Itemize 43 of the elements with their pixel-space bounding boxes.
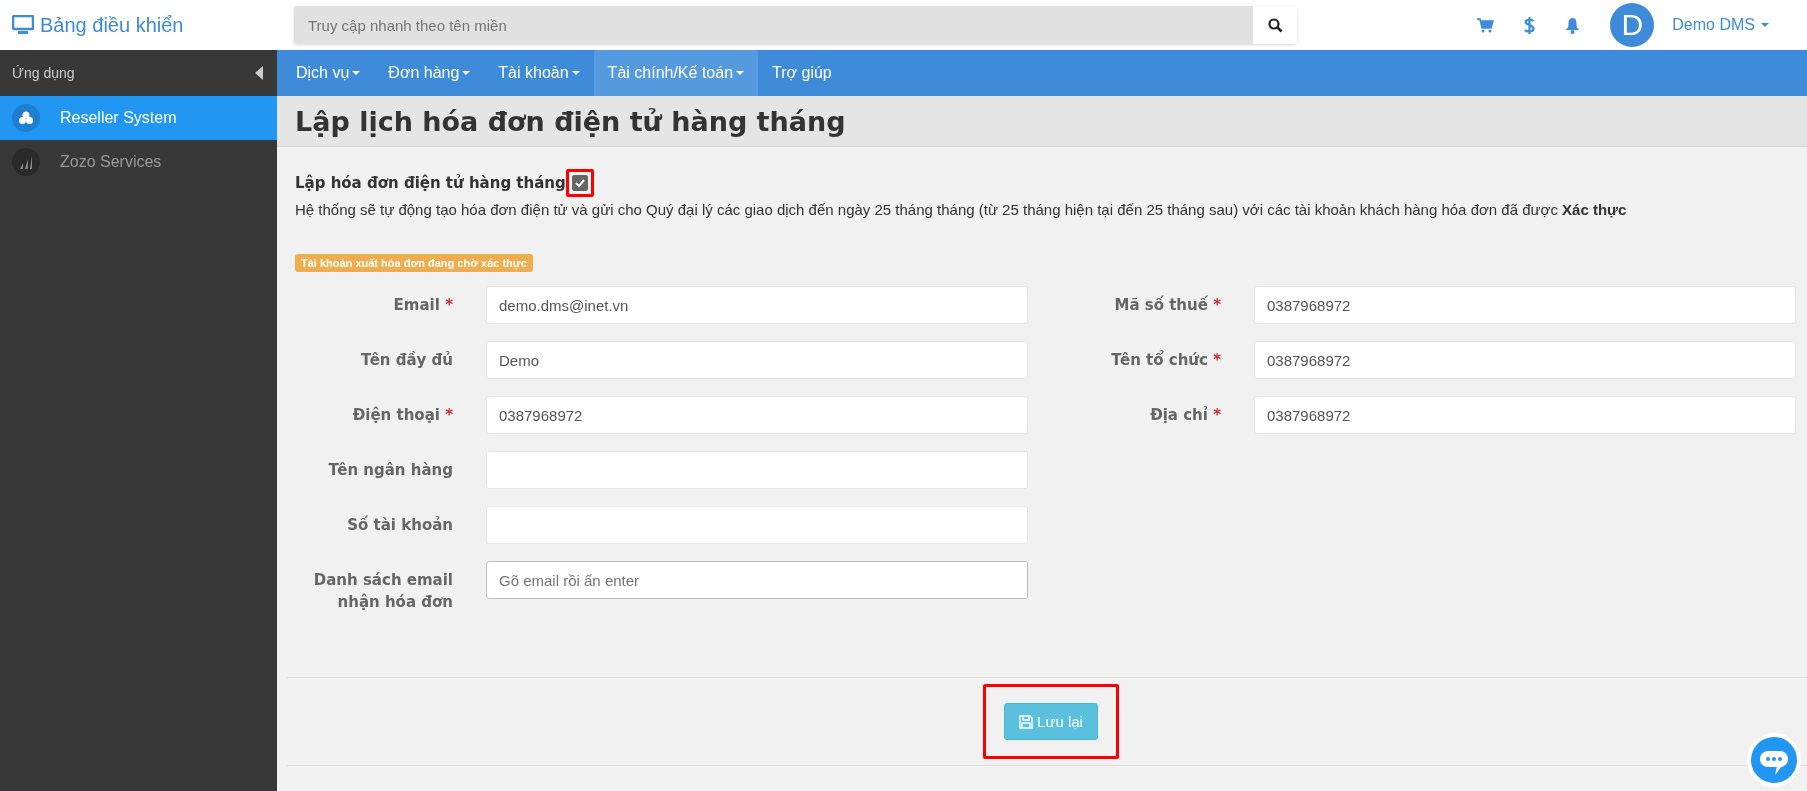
nav-tab[interactable]: Đơn hàng xyxy=(374,50,485,96)
field-label: Tên đầy đủ xyxy=(359,350,453,371)
field-label: Mã số thuế * xyxy=(1113,295,1221,316)
input-field[interactable]: Demo xyxy=(486,341,1028,379)
field-label: Danh sách email nhận hóa đơn xyxy=(312,570,453,613)
cart-icon[interactable] xyxy=(1477,17,1495,33)
sidebar-item[interactable]: Reseller System xyxy=(0,96,277,140)
input-field[interactable]: 0387968972 xyxy=(1254,341,1796,379)
page-title: Lập lịch hóa đơn điện tử hàng tháng xyxy=(277,96,1807,147)
checkbox[interactable] xyxy=(571,175,588,191)
search-icon xyxy=(1267,17,1283,33)
field-label: Tên ngân hàng xyxy=(327,460,453,481)
field-label: Số tài khoản xyxy=(346,515,453,536)
monitor-icon xyxy=(12,15,34,35)
user-menu[interactable]: Demo DMS xyxy=(1666,15,1775,35)
nav-tab[interactable]: Dịch vụ xyxy=(282,50,375,96)
input-field[interactable]: demo.dms@inet.vn xyxy=(486,286,1028,324)
sidebar-item[interactable]: Zozo Services xyxy=(0,140,277,184)
collapse-icon[interactable] xyxy=(255,66,263,80)
nav-tab[interactable]: Tài chính/Kế toán xyxy=(593,50,759,96)
search-button[interactable] xyxy=(1253,6,1297,44)
input-field[interactable]: 0387968972 xyxy=(1254,396,1796,434)
input-field[interactable]: Gõ email rồi ấn enter xyxy=(486,561,1028,599)
bell-icon[interactable] xyxy=(1565,16,1581,34)
sidebar-title: Ứng dụng xyxy=(12,65,75,81)
chat-icon[interactable] xyxy=(1747,733,1801,787)
field-label: Điện thoại * xyxy=(351,405,453,426)
brand-title[interactable]: Bảng điều khiển xyxy=(40,13,184,37)
search-field[interactable]: Truy cập nhanh theo tên miền xyxy=(294,6,1253,44)
description-text: Hệ thống sẽ tự động tạo hóa đơn điện tử và gửi cho Quý đại lý các giao dịch đến ngày 25 tháng tháng (từ 25 tháng hiện tại đến 25 tháng sau) với các tài khoản khách hàng hóa đơn đã được Xác thực xyxy=(295,201,1628,218)
save-button[interactable]: Lưu lại xyxy=(1004,703,1098,740)
nav-tab[interactable]: Trợ giúp xyxy=(758,50,846,96)
input-field[interactable]: 0387968972 xyxy=(1254,286,1796,324)
checkbox-label: Lập hóa đơn điện tử hàng tháng xyxy=(295,174,566,192)
nav-tab[interactable]: Tài khoản xyxy=(484,50,594,96)
input-field[interactable]: 0387968972 xyxy=(486,396,1028,434)
field-label: Email * xyxy=(392,295,453,316)
user-avatar[interactable]: D xyxy=(1610,3,1655,47)
circles-icon xyxy=(18,111,34,125)
status-badge: Tài khoản xuất hóa đơn đang chờ xác thực xyxy=(295,254,533,272)
dollar-icon[interactable] xyxy=(1524,16,1536,34)
field-label: Tên tổ chức * xyxy=(1110,349,1221,371)
field-label: Địa chỉ * xyxy=(1149,405,1221,426)
